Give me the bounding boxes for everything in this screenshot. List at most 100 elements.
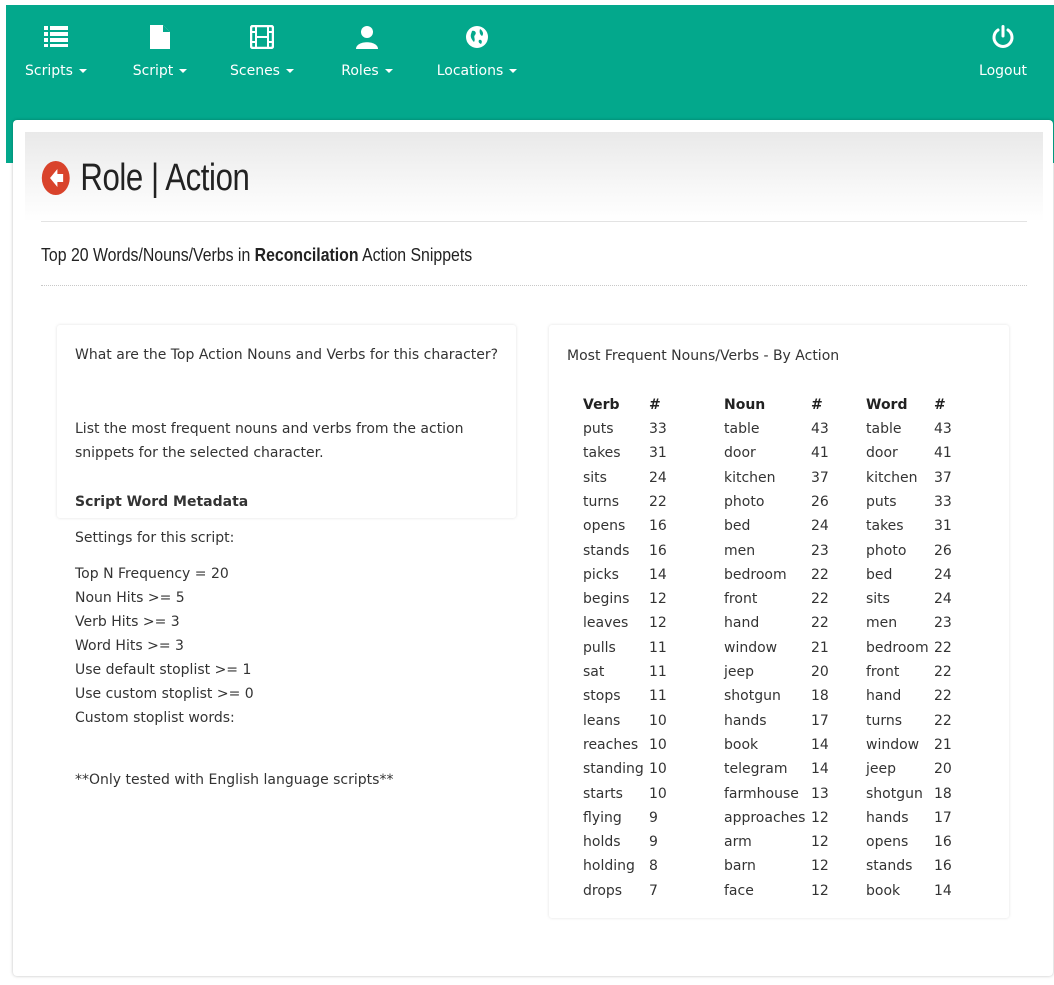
verb-count-cell: 12 [649, 591, 667, 608]
nav-roles[interactable]: Roles [332, 5, 402, 100]
verb-cell: opens [583, 518, 626, 535]
verb-cell: begins [583, 591, 630, 608]
word-cell: sits [866, 591, 890, 608]
word-count-cell: 22 [934, 712, 952, 729]
caret-down-icon [179, 69, 188, 73]
verb-count-cell: 31 [649, 445, 667, 462]
verb-count-cell: 10 [649, 785, 667, 802]
verb-count-cell: 8 [649, 858, 658, 875]
power-icon [972, 25, 1034, 51]
noun-cell: book [724, 736, 759, 753]
verb-cell: picks [583, 566, 619, 583]
noun-count-cell: 26 [811, 493, 829, 510]
word-cell: shotgun [866, 785, 923, 802]
word-count-cell: 33 [934, 493, 952, 510]
nav-label: Locations [436, 63, 504, 79]
noun-count-cell: 14 [811, 736, 829, 753]
verb-count-cell: 9 [649, 809, 658, 826]
column-header: # [934, 397, 946, 413]
verb-cell: sits [583, 469, 607, 486]
film-icon [224, 25, 300, 51]
nav-scripts[interactable]: Scripts [14, 5, 98, 100]
caret-down-icon [384, 69, 393, 73]
noun-count-cell: 12 [811, 809, 829, 826]
verb-count-cell: 16 [649, 518, 667, 535]
nav-label: Roles [341, 63, 379, 79]
noun-count-cell: 12 [811, 858, 829, 875]
word-count-cell: 16 [934, 858, 952, 875]
back-arrow-icon[interactable] [41, 160, 71, 196]
main-content-card: Role | Action Top 20 Words/Nouns/Verbs i… [13, 120, 1053, 976]
word-count-cell: 22 [934, 688, 952, 705]
noun-cell: hand [724, 615, 760, 632]
word-cell: takes [866, 518, 904, 535]
section-subtitle: Top 20 Words/Nouns/Verbs in Reconcilatio… [41, 245, 472, 266]
noun-count-cell: 21 [811, 639, 829, 656]
word-count-cell: 24 [934, 591, 952, 608]
verb-cell: leans [583, 712, 621, 729]
verb-count-cell: 10 [649, 712, 667, 729]
nav-script[interactable]: Script [124, 5, 196, 100]
word-cell: kitchen [866, 469, 918, 486]
frequency-panel: Most Frequent Nouns/Verbs - By Action Ve… [549, 325, 1009, 918]
noun-count-cell: 37 [811, 469, 829, 486]
info-description: List the most frequent nouns and verbs f… [75, 421, 464, 461]
setting-item: Use default stoplist >= 1 [75, 662, 252, 678]
settings-list: Top N Frequency = 20 Noun Hits >= 5 Verb… [75, 562, 254, 730]
verb-count-cell: 22 [649, 493, 667, 510]
verb-count-cell: 24 [649, 469, 667, 486]
verb-cell: reaches [583, 736, 639, 753]
word-cell: bed [866, 566, 893, 583]
noun-count-cell: 22 [811, 566, 829, 583]
word-cell: hand [866, 688, 902, 705]
noun-count-cell: 14 [811, 761, 829, 778]
verb-count-cell: 16 [649, 542, 667, 559]
nav-locations[interactable]: Locations [430, 5, 524, 100]
noun-cell: window [724, 639, 778, 656]
noun-cell: telegram [724, 761, 788, 778]
caret-down-icon [78, 69, 87, 73]
noun-count-cell: 17 [811, 712, 829, 729]
word-count-cell: 26 [934, 542, 952, 559]
noun-cell: kitchen [724, 469, 776, 486]
nav-label: Scripts [25, 63, 73, 79]
word-count-cell: 17 [934, 809, 952, 826]
info-panel: What are the Top Action Nouns and Verbs … [57, 325, 516, 788]
verb-count-cell: 10 [649, 761, 667, 778]
dotted-divider [41, 285, 1027, 286]
noun-cell: arm [724, 834, 752, 851]
verb-cell: standing [583, 761, 644, 778]
word-count-cell: 18 [934, 785, 952, 802]
word-cell: table [866, 421, 902, 437]
subtitle-prefix: Top 20 Words/Nouns/Verbs in [41, 245, 255, 265]
noun-count-cell: 22 [811, 615, 829, 632]
verb-cell: holds [583, 834, 621, 851]
user-icon [332, 25, 402, 51]
noun-cell: barn [724, 858, 756, 875]
nav-logout[interactable]: Logout [972, 5, 1034, 100]
noun-cell: photo [724, 493, 765, 510]
noun-count-cell: 12 [811, 882, 829, 899]
settings-label: Settings for this script: [75, 530, 235, 546]
noun-count-cell: 20 [811, 664, 829, 680]
word-cell: men [866, 615, 898, 632]
word-count-cell: 24 [934, 566, 952, 583]
column-header: # [811, 397, 823, 413]
word-count-cell: 31 [934, 518, 952, 535]
word-count-cell: 22 [934, 639, 952, 656]
column-header: # [649, 397, 661, 413]
word-cell: turns [866, 712, 903, 729]
verb-cell: holding [583, 858, 635, 875]
verb-count-cell: 33 [649, 421, 667, 437]
verb-count-cell: 7 [649, 882, 658, 899]
page-title: Role | Action [41, 156, 250, 200]
word-count-cell: 20 [934, 761, 952, 778]
verb-cell: sat [583, 664, 605, 680]
setting-item: Custom stoplist words: [75, 710, 235, 726]
verb-count-cell: 12 [649, 615, 667, 632]
noun-cell: front [724, 591, 758, 608]
word-count-cell: 14 [934, 882, 952, 899]
noun-count-cell: 18 [811, 688, 829, 705]
subtitle-suffix: Action Snippets [358, 245, 473, 265]
nav-scenes[interactable]: Scenes [224, 5, 300, 100]
